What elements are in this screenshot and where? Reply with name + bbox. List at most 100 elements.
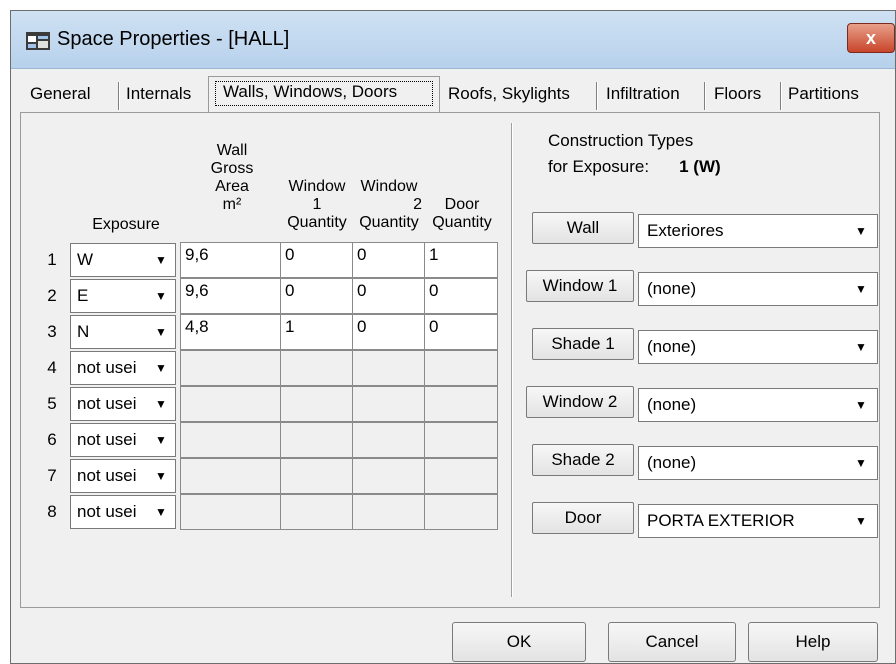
dropdown-arrow-icon[interactable]: ▼ — [851, 219, 871, 243]
tab-roofs-skylights[interactable]: Roofs, Skylights — [444, 80, 574, 110]
window-2-button[interactable]: Window 2 — [526, 386, 634, 418]
dropdown-arrow-icon[interactable]: ▼ — [851, 393, 871, 417]
door-quantity-cell[interactable]: 0 — [424, 278, 498, 314]
wall-area-cell[interactable]: 9,6 — [180, 278, 282, 314]
window2-quantity-cell[interactable]: 0 — [352, 314, 426, 350]
button-label: Window 2 — [542, 392, 618, 411]
window-1-button[interactable]: Window 1 — [526, 270, 634, 302]
tab-separator — [780, 82, 782, 110]
header-line: Door — [444, 196, 480, 213]
tab-infiltration[interactable]: Infiltration — [602, 80, 684, 110]
header-line: Area — [215, 178, 249, 195]
header-line: Wall — [216, 142, 248, 159]
dropdown-arrow-icon[interactable]: ▼ — [851, 335, 871, 359]
exposure-select[interactable]: W ▼ — [70, 243, 176, 277]
wall-area-cell[interactable]: 4,8 — [180, 314, 282, 350]
row-number: 5 — [47, 394, 57, 413]
exposure-select[interactable]: not usei ▼ — [70, 387, 176, 421]
wall-area-cell — [180, 350, 282, 386]
door-quantity-cell — [424, 458, 498, 494]
shade-2-button[interactable]: Shade 2 — [532, 444, 634, 476]
tab-general[interactable]: General — [26, 80, 94, 110]
window1-quantity-cell[interactable]: 1 — [280, 314, 354, 350]
window2-quantity-cell — [352, 350, 426, 386]
construction-types-title: Construction Types for Exposure: 1 (W) — [548, 128, 721, 180]
wall-area-cell[interactable]: 9,6 — [180, 242, 282, 278]
exposure-select[interactable]: not usei ▼ — [70, 459, 176, 493]
window1-quantity-cell[interactable]: 0 — [280, 278, 354, 314]
dropdown-arrow-icon[interactable]: ▼ — [151, 284, 171, 308]
dropdown-arrow-icon[interactable]: ▼ — [151, 320, 171, 344]
tab-internals[interactable]: Internals — [122, 80, 195, 110]
row-number: 7 — [47, 466, 57, 485]
exposure-value: N — [77, 322, 90, 341]
dropdown-arrow-icon[interactable]: ▼ — [151, 464, 171, 488]
door-button[interactable]: Door — [532, 502, 634, 534]
door-quantity-cell — [424, 386, 498, 422]
cancel-button[interactable]: Cancel — [608, 622, 736, 662]
construction-value: (none) — [647, 279, 697, 298]
ok-button[interactable]: OK — [452, 622, 586, 662]
window2-quantity-cell — [352, 494, 426, 530]
shade-2-construction-select[interactable]: (none) ▼ — [638, 446, 878, 480]
window1-quantity-cell[interactable]: 0 — [280, 242, 354, 278]
window1-quantity-cell — [280, 458, 354, 494]
header-line: Quantity — [359, 214, 419, 231]
window2-quantity-cell — [352, 422, 426, 458]
window-2-construction-select[interactable]: (none) ▼ — [638, 388, 878, 422]
close-button[interactable]: x — [847, 23, 895, 53]
tab-floors[interactable]: Floors — [710, 80, 765, 110]
wall-area-cell — [180, 422, 282, 458]
dropdown-arrow-icon[interactable]: ▼ — [151, 392, 171, 416]
button-label: Help — [795, 632, 831, 651]
dropdown-arrow-icon[interactable]: ▼ — [151, 500, 171, 524]
door-quantity-cell[interactable]: 1 — [424, 242, 498, 278]
tab-walls-windows-doors[interactable]: Walls, Windows, Doors — [208, 76, 440, 112]
exposure-value: E — [77, 286, 89, 305]
exposure-value: not usei — [77, 358, 137, 377]
shade-1-button[interactable]: Shade 1 — [532, 328, 634, 360]
tab-label: Internals — [126, 84, 192, 103]
tab-separator — [704, 82, 706, 110]
header-line: m² — [222, 196, 242, 213]
tab-separator — [596, 82, 598, 110]
header-line: Window — [360, 178, 418, 195]
app-window-icon — [26, 32, 50, 50]
row-number: 6 — [47, 430, 57, 449]
exposure-select[interactable]: not usei ▼ — [70, 495, 176, 529]
window1-quantity-cell — [280, 494, 354, 530]
door-construction-select[interactable]: PORTA EXTERIOR ▼ — [638, 504, 878, 538]
shade-1-construction-select[interactable]: (none) ▼ — [638, 330, 878, 364]
exposure-select[interactable]: N ▼ — [70, 315, 176, 349]
construction-title-line: Construction Types — [548, 131, 694, 150]
wall-construction-select[interactable]: Exteriores ▼ — [638, 214, 878, 248]
close-icon: x — [865, 28, 876, 48]
row-number: 8 — [47, 502, 57, 521]
dropdown-arrow-icon[interactable]: ▼ — [851, 451, 871, 475]
dropdown-arrow-icon[interactable]: ▼ — [151, 248, 171, 272]
dropdown-arrow-icon[interactable]: ▼ — [851, 509, 871, 533]
header-line: 1 — [312, 196, 322, 213]
window2-header: Window 2 Quantity — [352, 178, 426, 232]
exposure-select[interactable]: not usei ▼ — [70, 423, 176, 457]
help-button[interactable]: Help — [748, 622, 878, 662]
exposure-value: 1 (W) — [679, 157, 721, 176]
door-quantity-cell[interactable]: 0 — [424, 314, 498, 350]
exposure-select[interactable]: E ▼ — [70, 279, 176, 313]
header-line: Window — [288, 178, 346, 195]
wall-area-cell — [180, 458, 282, 494]
dropdown-arrow-icon[interactable]: ▼ — [851, 277, 871, 301]
dropdown-arrow-icon[interactable]: ▼ — [151, 428, 171, 452]
header-line: Gross — [210, 160, 254, 177]
exposure-value: not usei — [77, 466, 137, 485]
tab-label: Infiltration — [606, 84, 680, 103]
window2-quantity-cell[interactable]: 0 — [352, 242, 426, 278]
window-1-construction-select[interactable]: (none) ▼ — [638, 272, 878, 306]
header-line: 2 — [413, 196, 422, 213]
dropdown-arrow-icon[interactable]: ▼ — [151, 356, 171, 380]
wall-button[interactable]: Wall — [532, 212, 634, 244]
exposure-select[interactable]: not usei ▼ — [70, 351, 176, 385]
wall-area-header: Wall Gross Area m² — [182, 142, 282, 214]
tab-partitions[interactable]: Partitions — [784, 80, 863, 110]
window2-quantity-cell[interactable]: 0 — [352, 278, 426, 314]
